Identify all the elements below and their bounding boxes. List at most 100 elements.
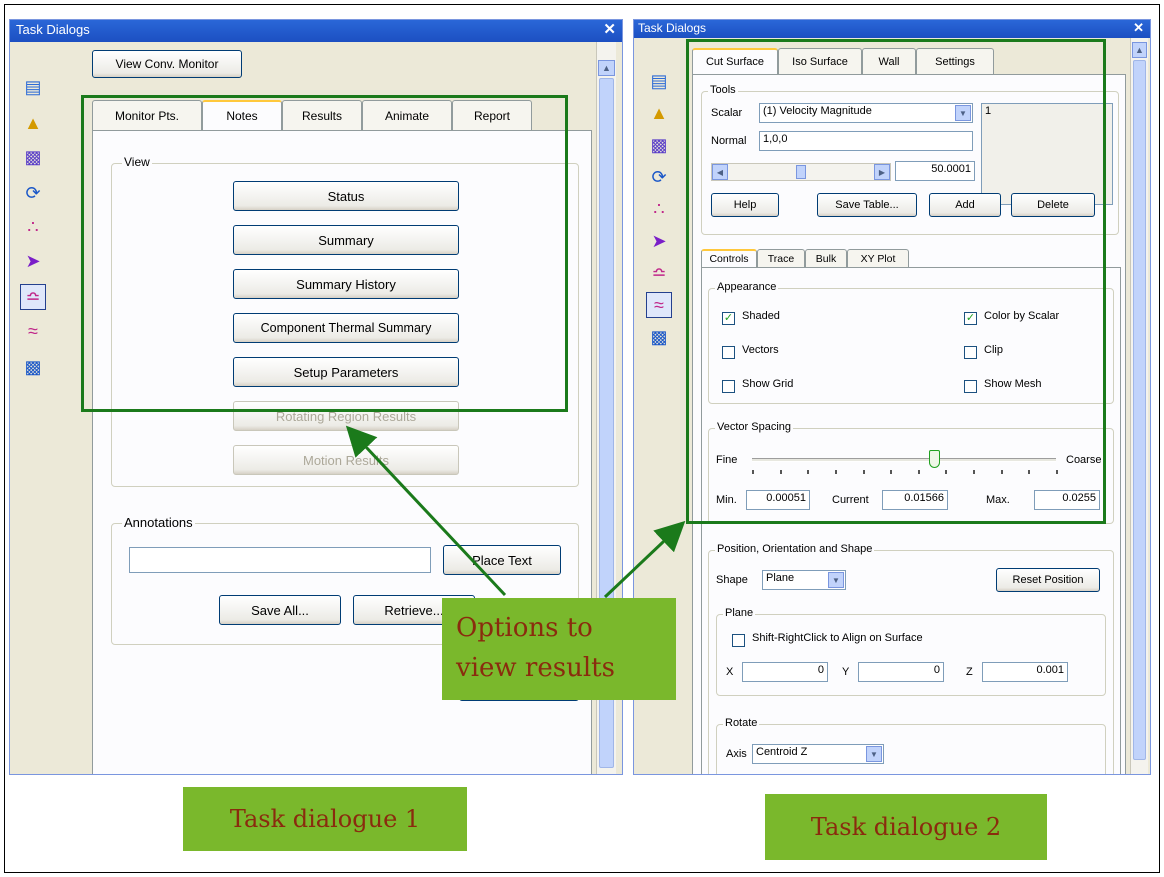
close-icon[interactable]: ✕ xyxy=(1133,20,1144,36)
tab-animate[interactable]: Animate xyxy=(362,100,452,130)
monitor-icon[interactable]: ▤ xyxy=(20,74,46,100)
fine-label: Fine xyxy=(716,454,738,466)
xy-plot-icon[interactable]: ≏ xyxy=(646,260,672,286)
chart-icon[interactable]: ▩ xyxy=(646,324,672,350)
scroll-up-icon[interactable]: ▲ xyxy=(1132,42,1147,58)
tab-iso-surface[interactable]: Iso Surface xyxy=(778,48,862,74)
show-grid-checkbox[interactable] xyxy=(722,380,735,393)
subtab-bulk[interactable]: Bulk xyxy=(805,249,847,267)
callout-box: Options to view results xyxy=(442,598,676,700)
scroll-thumb[interactable] xyxy=(1133,60,1146,760)
particles-icon[interactable]: ∴ xyxy=(20,214,46,240)
tab-settings[interactable]: Settings xyxy=(916,48,994,74)
surface-icon[interactable]: ▲ xyxy=(646,100,672,126)
show-mesh-checkbox[interactable] xyxy=(964,380,977,393)
vectors-label: Vectors xyxy=(742,344,779,356)
color-by-scalar-checkbox[interactable]: ✓ xyxy=(964,312,977,325)
subtab-controls[interactable]: Controls xyxy=(701,249,757,267)
slider-tick xyxy=(807,470,810,474)
shape-dropdown-icon[interactable]: ▼ xyxy=(828,572,844,588)
clip-checkbox[interactable] xyxy=(964,346,977,359)
x-input[interactable]: 0 xyxy=(742,662,828,682)
position-value-input[interactable]: 50.0001 xyxy=(895,161,975,181)
close-icon[interactable]: ✕ xyxy=(603,20,616,38)
controls-subtab-page: Appearance ✓ Shaded ✓ Color by Scalar Ve… xyxy=(701,267,1121,774)
status-button[interactable]: Status xyxy=(233,181,459,211)
surface-list[interactable]: 1 xyxy=(981,103,1113,205)
add-button[interactable]: Add xyxy=(929,193,1001,217)
max-input[interactable]: 0.0255 xyxy=(1034,490,1100,510)
tab-wall[interactable]: Wall xyxy=(862,48,916,74)
tab-results[interactable]: Results xyxy=(282,100,362,130)
vector-spacing-thumb[interactable] xyxy=(929,450,941,468)
show-grid-label: Show Grid xyxy=(742,378,794,390)
scalar-label: Scalar xyxy=(711,107,743,119)
dialog-2-titlebar: Task Dialogs ✕ xyxy=(634,20,1150,38)
z-input[interactable]: 0.001 xyxy=(982,662,1068,682)
summary-button[interactable]: Summary xyxy=(233,225,459,255)
scroll-up-icon[interactable]: ▲ xyxy=(598,60,615,76)
subtab-trace[interactable]: Trace xyxy=(757,249,805,267)
wave-icon[interactable]: ≈ xyxy=(20,318,46,344)
component-thermal-summary-button[interactable]: Component Thermal Summary xyxy=(233,313,459,343)
callout-line-1: Options to xyxy=(456,613,593,643)
slider-right-icon[interactable]: ▶ xyxy=(874,164,890,180)
current-input[interactable]: 0.01566 xyxy=(882,490,948,510)
slider-tick xyxy=(834,470,837,474)
save-all-button[interactable]: Save All... xyxy=(219,595,341,625)
tools-group-label: Tools xyxy=(708,84,738,96)
reset-position-button[interactable]: Reset Position xyxy=(996,568,1100,592)
help-button[interactable]: Help xyxy=(711,193,779,217)
slider-tick xyxy=(779,470,782,474)
tab-report[interactable]: Report xyxy=(452,100,532,130)
dialog-2-title: Task Dialogs xyxy=(638,21,707,35)
min-input[interactable]: 0.00051 xyxy=(746,490,810,510)
rotation-icon[interactable]: ⟳ xyxy=(646,164,672,190)
annotation-text-input[interactable] xyxy=(129,547,431,573)
y-input[interactable]: 0 xyxy=(858,662,944,682)
axis-select[interactable]: Centroid Z xyxy=(752,744,884,764)
slider-thumb[interactable] xyxy=(796,165,806,179)
min-label: Min. xyxy=(716,494,737,506)
shapes-icon[interactable]: ▩ xyxy=(646,132,672,158)
slider-left-icon[interactable]: ◀ xyxy=(712,164,728,180)
appearance-group-label: Appearance xyxy=(715,281,779,293)
particles-icon[interactable]: ∴ xyxy=(646,196,672,222)
normal-input[interactable]: 1,0,0 xyxy=(759,131,973,151)
shift-rightclick-checkbox[interactable] xyxy=(732,634,745,647)
wave-icon[interactable]: ≈ xyxy=(646,292,672,318)
view-conv-monitor-button[interactable]: View Conv. Monitor xyxy=(92,50,242,78)
delete-button[interactable]: Delete xyxy=(1011,193,1095,217)
slider-tick xyxy=(890,470,893,474)
scalar-select[interactable]: (1) Velocity Magnitude xyxy=(759,103,973,123)
shapes-icon[interactable]: ▩ xyxy=(20,144,46,170)
vector-spacing-slider[interactable] xyxy=(752,458,1056,462)
chart-icon[interactable]: ▩ xyxy=(20,354,46,380)
axis-dropdown-icon[interactable]: ▼ xyxy=(866,746,882,762)
xy-plot-icon[interactable]: ≏ xyxy=(20,284,46,310)
subtab-xy-plot[interactable]: XY Plot xyxy=(847,249,909,267)
scalar-dropdown-icon[interactable]: ▼ xyxy=(955,105,971,121)
rotation-icon[interactable]: ⟳ xyxy=(20,180,46,206)
annotations-group-label: Annotations xyxy=(122,515,195,530)
monitor-icon[interactable]: ▤ xyxy=(646,68,672,94)
dialog-2-scrollbar[interactable]: ▲ xyxy=(1130,38,1148,774)
summary-history-button[interactable]: Summary History xyxy=(233,269,459,299)
place-text-button[interactable]: Place Text xyxy=(443,545,561,575)
normal-label: Normal xyxy=(711,135,747,147)
surface-icon[interactable]: ▲ xyxy=(20,110,46,136)
screenshot-frame: Task Dialogs ✕ ▤ ▲ ▩ ⟳ ∴ ➤ ≏ ≈ ▩ ▲ View … xyxy=(4,4,1160,873)
view-group-label: View xyxy=(122,155,152,169)
tab-monitor-pts[interactable]: Monitor Pts. xyxy=(92,100,202,130)
slider-tick xyxy=(752,470,754,474)
max-label: Max. xyxy=(986,494,1010,506)
vectors-checkbox[interactable] xyxy=(722,346,735,359)
arrow-icon[interactable]: ➤ xyxy=(646,228,672,254)
save-table-button[interactable]: Save Table... xyxy=(817,193,917,217)
setup-parameters-button[interactable]: Setup Parameters xyxy=(233,357,459,387)
shaded-checkbox[interactable]: ✓ xyxy=(722,312,735,325)
arrow-icon[interactable]: ➤ xyxy=(20,248,46,274)
tab-notes[interactable]: Notes xyxy=(202,100,282,130)
position-slider[interactable]: ◀ ▶ xyxy=(711,163,891,181)
tab-cut-surface[interactable]: Cut Surface xyxy=(692,48,778,74)
